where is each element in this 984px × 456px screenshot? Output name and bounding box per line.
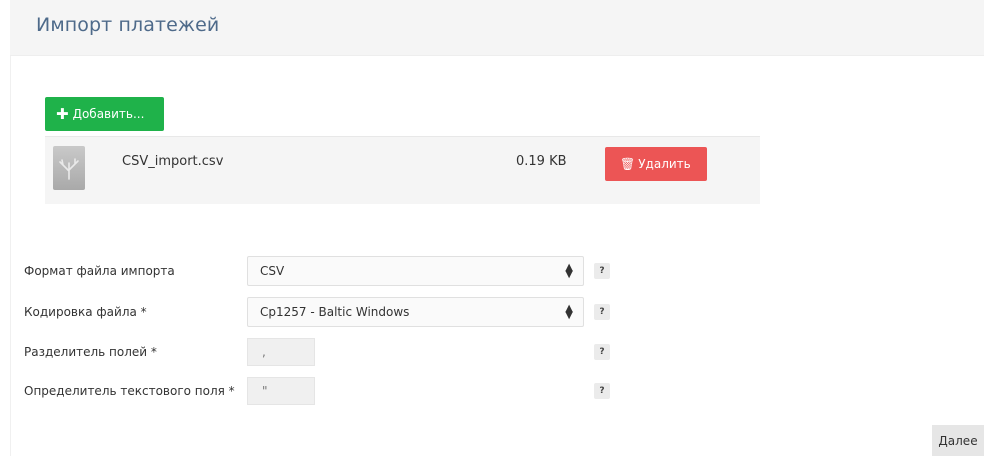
delete-file-button[interactable]: 🗑 Удалить — [605, 147, 707, 181]
separator-input[interactable]: , — [247, 338, 315, 366]
plus-icon: ✚ — [56, 104, 69, 123]
import-payments-page: Импорт платежей ✚ Добавить... CSV_import… — [0, 0, 984, 456]
text-qualifier-help-button[interactable]: ? — [594, 383, 610, 399]
format-help-button[interactable]: ? — [594, 263, 610, 279]
next-button[interactable]: Далее — [932, 425, 984, 456]
encoding-select-value: Cp1257 - Baltic Windows — [260, 305, 410, 319]
separator-label: Разделитель полей * — [24, 345, 157, 359]
file-name: CSV_import.csv — [122, 154, 224, 169]
encoding-help-button[interactable]: ? — [594, 304, 610, 320]
text-qualifier-label: Определитель текстового поля * — [24, 384, 235, 398]
format-select[interactable]: CSV ▲ ▼ — [247, 256, 584, 286]
format-select-value: CSV — [260, 264, 285, 278]
add-file-button[interactable]: ✚ Добавить... — [45, 97, 164, 131]
file-thumbnail-icon — [53, 146, 85, 190]
select-arrows-icon: ▲ ▼ — [565, 303, 573, 321]
page-title: Импорт платежей — [36, 14, 220, 36]
file-size: 0.19 KB — [516, 154, 567, 169]
encoding-select[interactable]: Cp1257 - Baltic Windows ▲ ▼ — [247, 297, 584, 327]
encoding-label: Кодировка файла * — [24, 305, 147, 319]
separator-help-button[interactable]: ? — [594, 344, 610, 360]
trash-icon: 🗑 — [620, 157, 636, 171]
format-label: Формат файла импорта — [24, 264, 175, 278]
text-qualifier-input[interactable]: " — [247, 377, 315, 405]
delete-file-label: Удалить — [638, 157, 691, 171]
add-file-label: Добавить... — [72, 107, 145, 121]
uploaded-file-row: CSV_import.csv 0.19 KB 🗑 Удалить — [45, 136, 760, 204]
select-arrows-icon: ▲ ▼ — [565, 262, 573, 280]
